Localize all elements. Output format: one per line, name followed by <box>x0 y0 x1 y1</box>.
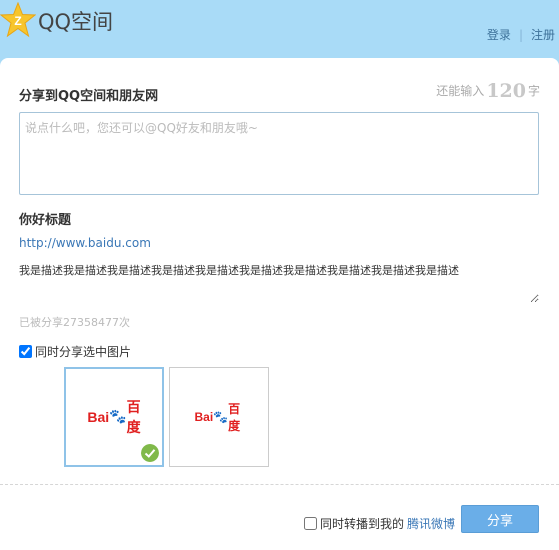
header-links: 登录 | 注册 <box>487 26 555 43</box>
share-panel: 分享到QQ空间和朋友网 还能输入120字 你好标题 http://www.bai… <box>0 58 559 550</box>
paw-icon: 🐾 <box>213 410 229 424</box>
post-title: 你好标题 <box>19 213 72 228</box>
footer-divider <box>0 484 559 485</box>
counter-value: 120 <box>486 80 526 102</box>
share-images-checkbox[interactable] <box>19 345 32 358</box>
baidu-logo-bai: Bai <box>194 410 214 424</box>
counter-prefix: 还能输入 <box>436 84 485 98</box>
share-button[interactable]: 分享 <box>461 505 539 533</box>
post-url-link[interactable]: http://www.baidu.com <box>19 236 151 250</box>
baidu-logo-image: Bai 🐾 百度 <box>195 400 244 434</box>
baidu-logo-bai: Bai <box>87 409 110 425</box>
login-link[interactable]: 登录 <box>487 28 511 42</box>
header-bar: Z QQ空间 登录 | 注册 <box>0 0 559 58</box>
tencent-weibo-link[interactable]: 腾讯微博 <box>407 515 455 532</box>
share-title: 分享到QQ空间和朋友网 <box>19 89 159 104</box>
image-thumbnail[interactable]: Bai 🐾 百度 <box>169 367 269 467</box>
weibo-option[interactable]: 同时转播到我的 腾讯微博 <box>304 515 455 532</box>
share-images-label: 同时分享选中图片 <box>35 345 132 359</box>
image-thumbnail-selected[interactable]: Bai 🐾 百度 <box>64 367 164 467</box>
shared-count: 已被分享27358477次 <box>19 316 130 329</box>
counter-suffix: 字 <box>527 84 540 98</box>
baidu-logo-image: Bai 🐾 百度 <box>87 397 140 437</box>
header-separator: | <box>518 28 523 42</box>
selected-check-icon <box>141 444 159 462</box>
paw-icon: 🐾 <box>109 409 127 425</box>
baidu-logo-du: 百度 <box>126 400 141 436</box>
qzone-logo-text: QQ空间 <box>38 10 114 34</box>
baidu-logo-du: 百度 <box>228 402 241 433</box>
register-link[interactable]: 注册 <box>531 28 555 42</box>
qzone-star-logo-icon: Z <box>0 2 36 38</box>
weibo-prefix: 同时转播到我的 <box>320 517 405 531</box>
weibo-checkbox[interactable] <box>304 517 317 530</box>
comment-input[interactable] <box>19 112 539 195</box>
svg-text:Z: Z <box>14 14 21 28</box>
char-counter: 还能输入 120 字 <box>436 80 540 102</box>
description-input[interactable] <box>19 263 539 303</box>
share-images-option[interactable]: 同时分享选中图片 <box>19 343 131 360</box>
